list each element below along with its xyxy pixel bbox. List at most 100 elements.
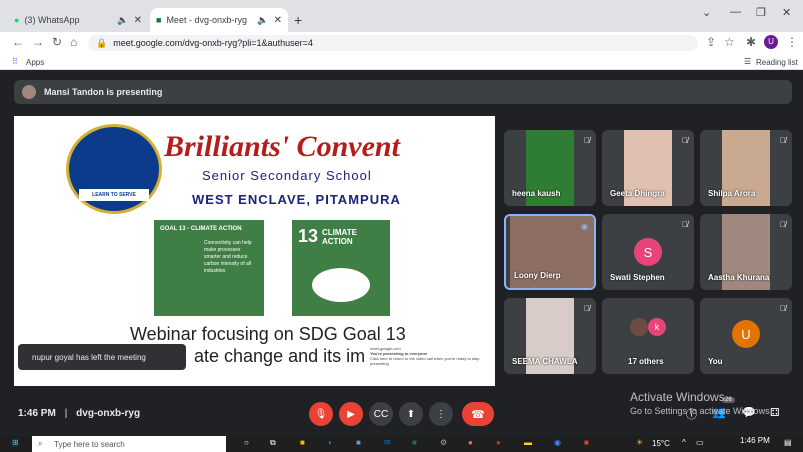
phone-hangup-icon: ☎ [471, 408, 485, 421]
cortana-icon[interactable]: ○ [244, 438, 249, 447]
store-icon[interactable]: ■ [300, 438, 305, 447]
taskbar-clock[interactable]: 1:46 PM [740, 436, 770, 445]
home-icon[interactable]: ⌂ [70, 35, 77, 49]
webinar-heading: Webinar focusing on SDG Goal 13 [130, 324, 406, 344]
participant-tile[interactable]: 🎙̸ heena kaush [504, 130, 596, 206]
menu-icon[interactable]: ⋮ [786, 35, 798, 49]
tab-whatsapp[interactable]: ● (3) WhatsApp 🔈 ✕ [8, 8, 148, 32]
excel-icon[interactable]: ■ [412, 438, 417, 447]
captions-button[interactable]: CC [369, 402, 393, 426]
participant-tile[interactable]: 🎙̸ Aastha Khurana [700, 214, 792, 290]
firefox-icon[interactable]: ● [468, 438, 473, 447]
participant-name: Geeta Dhingra [610, 189, 665, 198]
speaker-icon[interactable]: 🔈 [117, 15, 128, 26]
left-meeting-toast: nupur goyal has left the meeting [18, 344, 186, 370]
mail-icon[interactable]: ✉ [384, 438, 391, 447]
taskbar-search[interactable]: ⌕ Type here to search [32, 436, 226, 452]
participant-tile-speaking[interactable]: ◉ Loony Dierp [504, 214, 596, 290]
tab-title: Meet - dvg-onxb-ryg [166, 15, 247, 25]
mic-off-icon: 🎙̸ [780, 220, 786, 229]
profile-avatar[interactable]: U [764, 35, 778, 49]
tab-title: (3) WhatsApp [24, 15, 80, 25]
mic-toggle-button[interactable]: 🎙 [309, 402, 333, 426]
lock-icon: 🔒 [96, 37, 108, 48]
notification-icon[interactable]: ▤ [784, 438, 792, 447]
powerpoint-icon[interactable]: ■ [584, 438, 589, 447]
url-text: meet.google.com/dvg-onxb-ryg?pli=1&authu… [113, 38, 313, 48]
apps-grid-icon[interactable]: ⠿ [12, 57, 18, 66]
camera-toggle-button[interactable]: ▶ [339, 402, 363, 426]
extensions-icon[interactable]: ✱ [746, 35, 756, 49]
participant-tile[interactable]: 🎙̸ Shilpa Arora [700, 130, 792, 206]
presenting-popup[interactable]: meet.google.com You're presenting to eve… [366, 342, 490, 378]
mic-off-icon: 🎙̸ [780, 304, 786, 313]
paint-icon[interactable]: ● [496, 438, 501, 447]
new-tab-button[interactable]: + [294, 12, 302, 28]
address-bar[interactable]: 🔒 meet.google.com/dvg-onxb-ryg?pli=1&aut… [88, 35, 698, 51]
goal-box-text: Connectivity can help make processes sma… [204, 240, 252, 274]
restore-button[interactable]: ❐ [756, 6, 766, 19]
participant-name: You [708, 357, 723, 366]
apps-link[interactable]: Apps [26, 58, 44, 67]
meet-area: Mansi Tandon is presenting LEARN TO SERV… [0, 70, 803, 436]
presenting-banner: Mansi Tandon is presenting [14, 80, 792, 104]
participant-tile[interactable]: 🎙̸ SEEMA CHAWLA [504, 298, 596, 374]
goal-number: 13 [298, 226, 319, 246]
sdg13-badge: 13 CLIMATE ACTION [292, 220, 390, 316]
toolbar: ← → ↻ ⌂ 🔒 meet.google.com/dvg-onxb-ryg?p… [0, 32, 803, 54]
others-avatar-2: k [648, 318, 666, 336]
participant-tile[interactable]: 🎙̸ Geeta Dhingra [602, 130, 694, 206]
task-view-icon[interactable]: ⧉ [270, 438, 276, 448]
minimize-button[interactable]: — [730, 6, 741, 18]
self-tile[interactable]: U 🎙̸ You [700, 298, 792, 374]
mic-off-icon: 🎙̸ [682, 220, 688, 229]
weather-icon: ☀ [636, 438, 644, 447]
participant-name: Aastha Khurana [708, 273, 770, 282]
reading-list-link[interactable]: Reading list [756, 58, 798, 67]
activate-windows-sub: Go to Settings to activate Windows. [630, 406, 773, 416]
network-icon[interactable]: ▭ [696, 438, 704, 447]
participant-name: SEEMA CHAWLA [512, 357, 578, 366]
presenter-avatar [22, 85, 36, 99]
forward-icon[interactable]: → [32, 35, 44, 49]
camera-off-icon: ▶ [347, 408, 355, 420]
windows-taskbar: ⊞ ⌕ Type here to search ○ ⧉ ■ ◐ ■ ✉ ■ ⚙ … [0, 436, 803, 452]
popup-line2: Click here to return to the video call w… [370, 356, 480, 366]
close-icon[interactable]: ✕ [134, 15, 142, 26]
participant-name: Shilpa Arora [708, 189, 756, 198]
edge-icon[interactable]: ◐ [328, 438, 333, 447]
reading-list-icon[interactable]: ☰ [744, 57, 751, 66]
more-options-button[interactable]: ⋮ [429, 402, 453, 426]
school-logo: LEARN TO SERVE [66, 124, 162, 214]
bookmark-star-icon[interactable]: ☆ [724, 35, 735, 49]
whatsapp-icon: ● [14, 15, 20, 25]
settings-icon[interactable]: ⚙ [440, 438, 447, 447]
meeting-info: 1:46 PM | dvg-onxb-ryg [18, 408, 141, 419]
close-icon[interactable]: ✕ [274, 15, 282, 26]
goal-label: CLIMATE ACTION [322, 228, 357, 246]
word-icon[interactable]: ■ [356, 438, 361, 447]
goal-info-box: GOAL 13 - CLIMATE ACTION Connectivity ca… [154, 220, 264, 316]
participant-tile[interactable]: S 🎙̸ Swati Stephen [602, 214, 694, 290]
temperature: 15°C [652, 439, 670, 448]
end-call-button[interactable]: ☎ [462, 402, 494, 426]
windows-start-icon[interactable]: ⊞ [12, 438, 19, 447]
share-icon[interactable]: ⇪ [706, 35, 716, 49]
back-icon[interactable]: ← [12, 35, 24, 49]
bookmarks-bar: ⠿ Apps ☰ Reading list [0, 54, 803, 70]
participant-name: Loony Dierp [514, 271, 561, 280]
close-window-button[interactable]: ✕ [782, 6, 791, 19]
speaker-icon[interactable]: 🔈 [257, 15, 268, 26]
captions-icon: CC [373, 408, 389, 420]
mic-off-icon: 🎙 [314, 408, 328, 420]
participant-name: Swati Stephen [610, 273, 665, 282]
tab-meet[interactable]: ■ Meet - dvg-onxb-ryg 🔈 ✕ [150, 8, 288, 32]
present-button[interactable]: ⬆ [399, 402, 423, 426]
tray-chevron-icon[interactable]: ^ [682, 438, 686, 447]
folder-icon[interactable]: ▬ [524, 438, 532, 447]
others-tile[interactable]: k 17 others [602, 298, 694, 374]
reload-icon[interactable]: ↻ [52, 35, 62, 49]
tab-search-icon[interactable]: ⌄ [702, 6, 711, 19]
speaking-indicator-icon: ◉ [581, 222, 588, 231]
chrome-icon[interactable]: ◉ [554, 438, 561, 447]
